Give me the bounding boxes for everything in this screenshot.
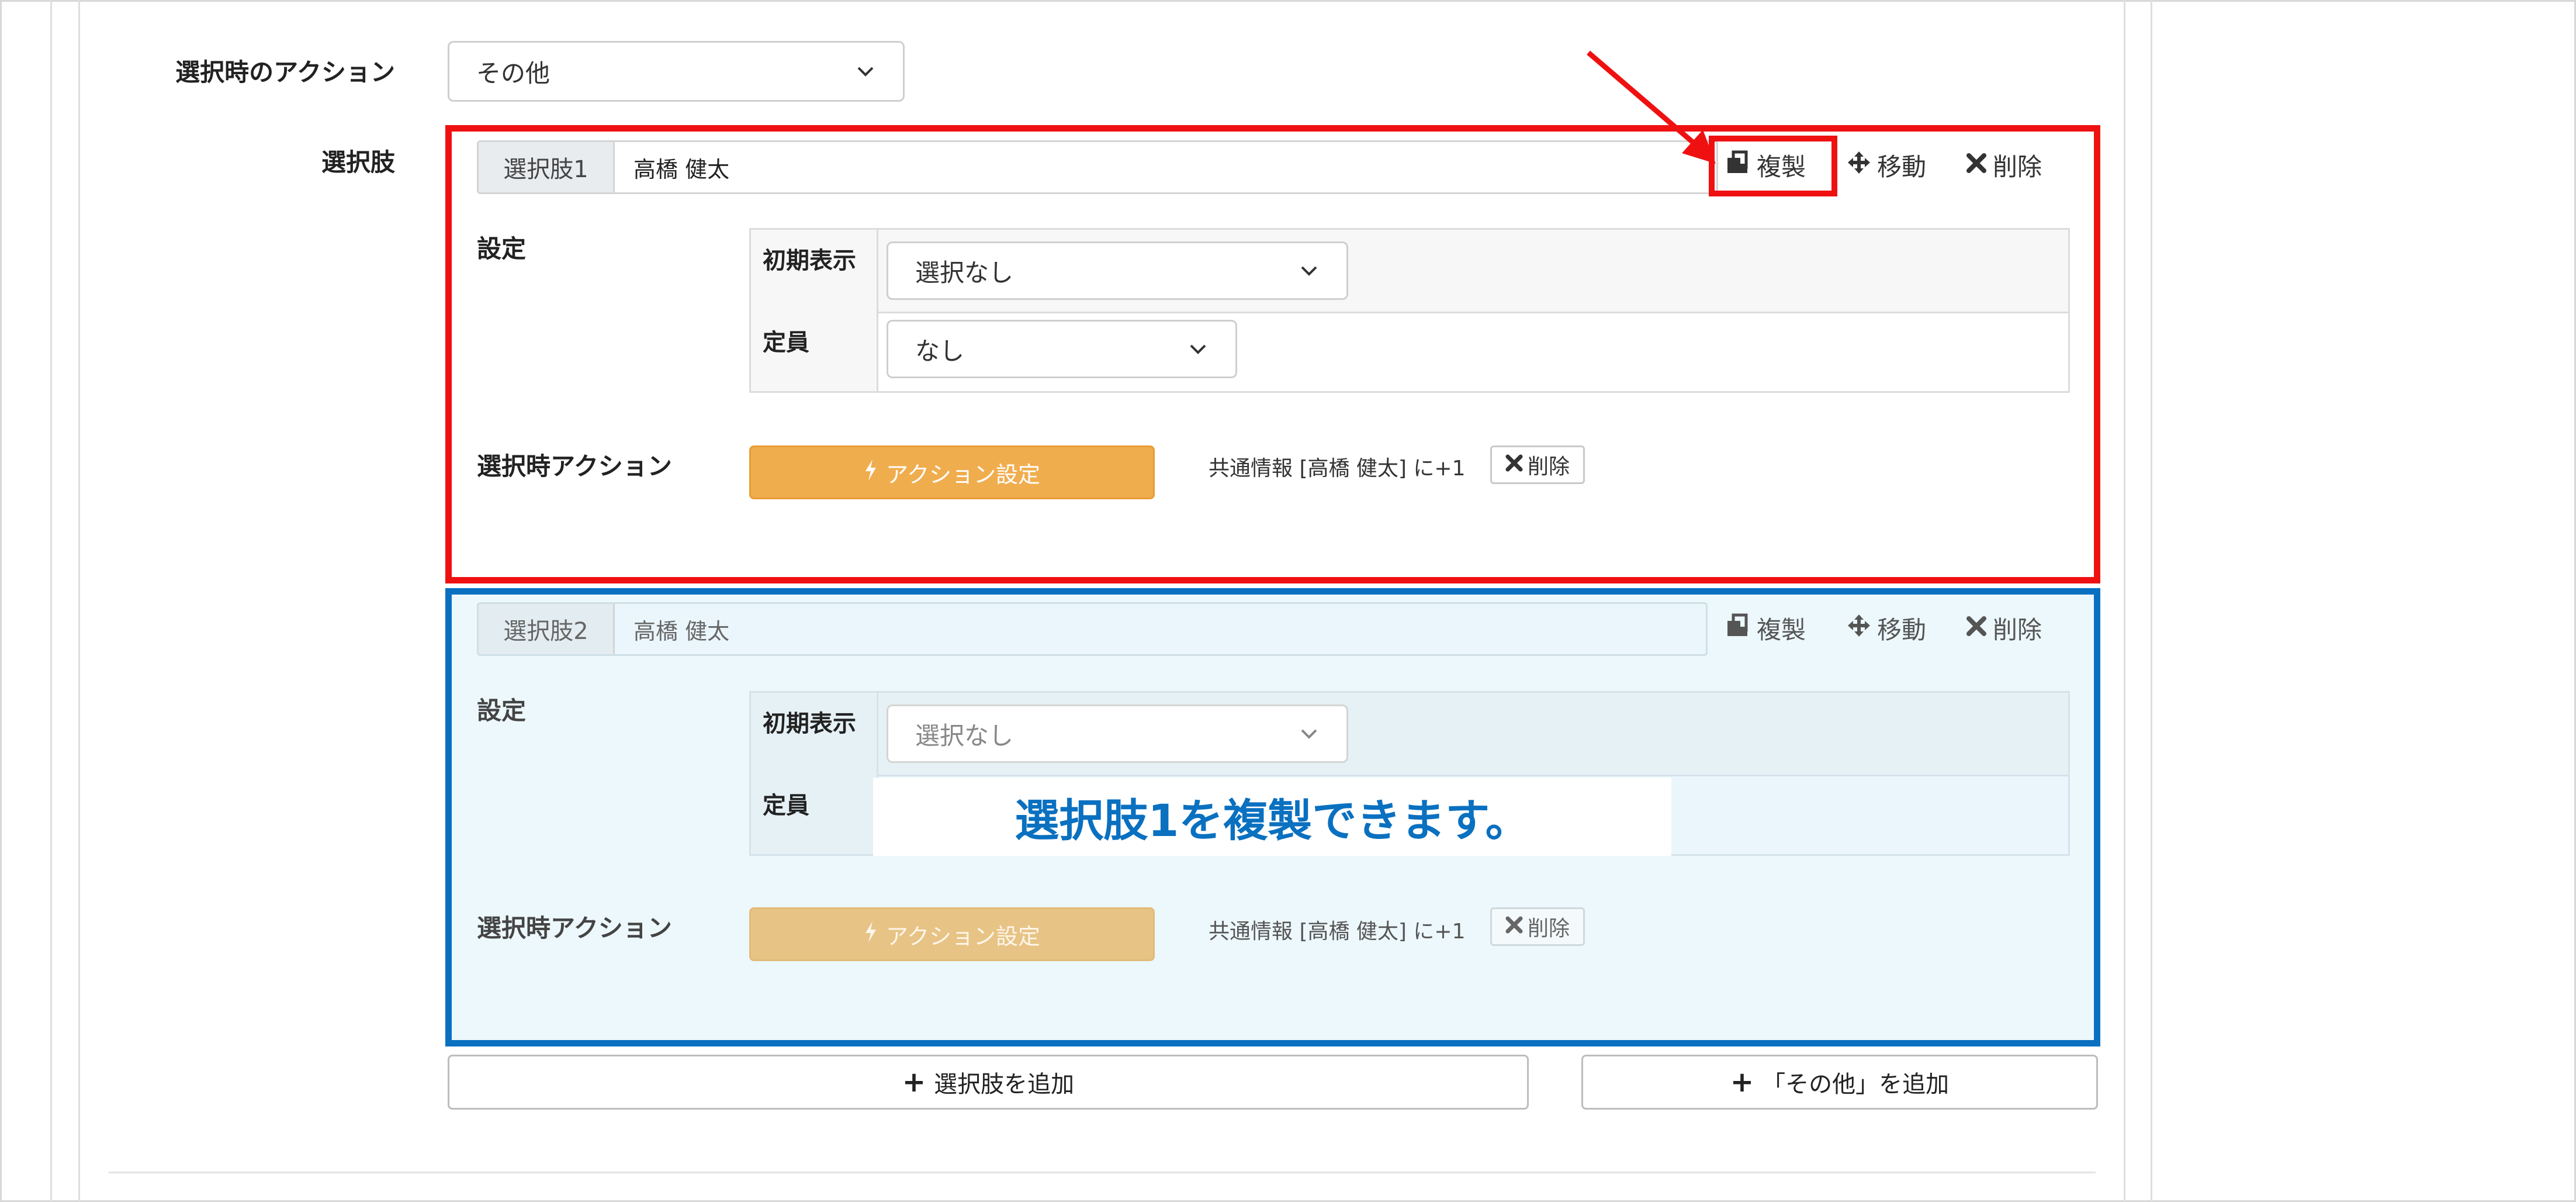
right-column-divider-2 <box>2151 0 2152 1202</box>
capacity-value: なし <box>915 336 965 365</box>
left-column-divider-2 <box>78 0 80 1202</box>
choices-label: 選択肢 <box>321 148 395 177</box>
plus-icon: + <box>902 1066 926 1099</box>
duplicate-icon <box>1725 613 1751 644</box>
action-settings-label: アクション設定 <box>885 923 1041 949</box>
move-arrows-icon <box>1847 613 1871 644</box>
choice-2-select-action-label: 選択時アクション <box>477 914 672 942</box>
initial-display-dropdown[interactable]: 選択なし <box>887 704 1348 763</box>
add-other-label: 「その他」を追加 <box>1762 1071 1950 1098</box>
delete-label: 削除 <box>1993 616 2042 644</box>
add-choice-label: 選択肢を追加 <box>934 1071 1075 1098</box>
capacity-row: 定員 なし <box>751 312 2068 391</box>
choice-2-settings-label: 設定 <box>477 696 527 725</box>
right-column-divider <box>2124 0 2125 1202</box>
initial-display-label: 初期表示 <box>751 693 878 775</box>
initial-display-value: 選択なし <box>915 258 1014 287</box>
chevron-down-icon <box>854 60 877 83</box>
choice-2-action-settings-button[interactable]: アクション設定 <box>749 907 1155 961</box>
chevron-down-icon <box>1297 722 1321 745</box>
add-other-button[interactable]: + 「その他」を追加 <box>1581 1055 2098 1110</box>
left-column-divider <box>50 0 52 1202</box>
action-settings-label: アクション設定 <box>885 461 1041 488</box>
action-on-select-value: その他 <box>476 58 550 88</box>
move-label: 移動 <box>1877 616 1927 644</box>
initial-display-value: 選択なし <box>915 721 1014 750</box>
choice-1-duplicate-button[interactable]: 複製 <box>1725 147 1806 183</box>
choice-1-settings-table: 初期表示 選択なし 定員 なし <box>749 228 2070 393</box>
x-icon <box>1505 453 1523 477</box>
choice-2-name-input[interactable]: 高橋 健太 <box>615 604 1706 654</box>
delete-label: 削除 <box>1993 153 2042 181</box>
shared-delete-label: 削除 <box>1527 455 1570 479</box>
chevron-down-icon <box>1297 259 1321 282</box>
x-icon <box>1505 915 1523 939</box>
choice-1-name-group[interactable]: 選択肢1 高橋 健太 <box>477 140 1718 194</box>
choice-2-shared-info: 共通情報 [高橋 健太] に+1 <box>1209 920 1466 944</box>
choice-1-select-action-label: 選択時アクション <box>477 452 672 481</box>
initial-display-dropdown[interactable]: 選択なし <box>887 241 1348 300</box>
choice-1-settings-label: 設定 <box>477 234 527 263</box>
section-bottom-divider <box>109 1172 2096 1173</box>
initial-display-row: 初期表示 選択なし <box>751 693 2068 776</box>
choice-1-name-input[interactable]: 高橋 健太 <box>615 142 1716 192</box>
lightning-icon <box>864 921 878 948</box>
shared-delete-label: 削除 <box>1527 917 1570 941</box>
choice-2-name-group[interactable]: 選択肢2 高橋 健太 <box>477 602 1708 656</box>
x-icon <box>1966 614 1987 643</box>
duplicate-label: 複製 <box>1757 616 1806 644</box>
x-icon <box>1966 151 1987 179</box>
choice-1-delete-button[interactable]: 削除 <box>1966 147 2042 183</box>
action-on-select-dropdown[interactable]: その他 <box>448 41 905 102</box>
capacity-label: 定員 <box>751 312 878 391</box>
choice-1-move-button[interactable]: 移動 <box>1847 147 1926 183</box>
plus-icon: + <box>1730 1066 1754 1099</box>
add-choice-button[interactable]: + 選択肢を追加 <box>448 1055 1529 1110</box>
move-label: 移動 <box>1877 153 1927 181</box>
capacity-dropdown[interactable]: なし <box>887 320 1237 378</box>
duplicate-note-callout: 選択肢1を複製できます。 <box>873 778 1671 856</box>
lightning-icon <box>864 459 878 486</box>
choice-1-tag: 選択肢1 <box>479 142 615 192</box>
initial-display-row: 初期表示 選択なし <box>751 230 2068 313</box>
action-on-select-label: 選択時のアクション <box>175 58 395 87</box>
choice-2-move-button[interactable]: 移動 <box>1847 610 1926 646</box>
pointer-arrow-annotation <box>1587 50 1716 164</box>
choice-2-duplicate-button[interactable]: 複製 <box>1725 610 1806 646</box>
choice-1-shared-info: 共通情報 [高橋 健太] に+1 <box>1209 457 1466 481</box>
chevron-down-icon <box>1186 337 1210 361</box>
choice-2-delete-button[interactable]: 削除 <box>1966 610 2042 646</box>
choice-1-shared-delete-button[interactable]: 削除 <box>1490 445 1585 484</box>
choice-1-action-settings-button[interactable]: アクション設定 <box>749 445 1155 499</box>
capacity-label: 定員 <box>751 775 878 854</box>
duplicate-label: 複製 <box>1757 153 1806 181</box>
choice-2-shared-delete-button[interactable]: 削除 <box>1490 907 1585 946</box>
initial-display-label: 初期表示 <box>751 230 878 312</box>
choice-2-tag: 選択肢2 <box>479 604 615 654</box>
move-arrows-icon <box>1847 150 1871 181</box>
